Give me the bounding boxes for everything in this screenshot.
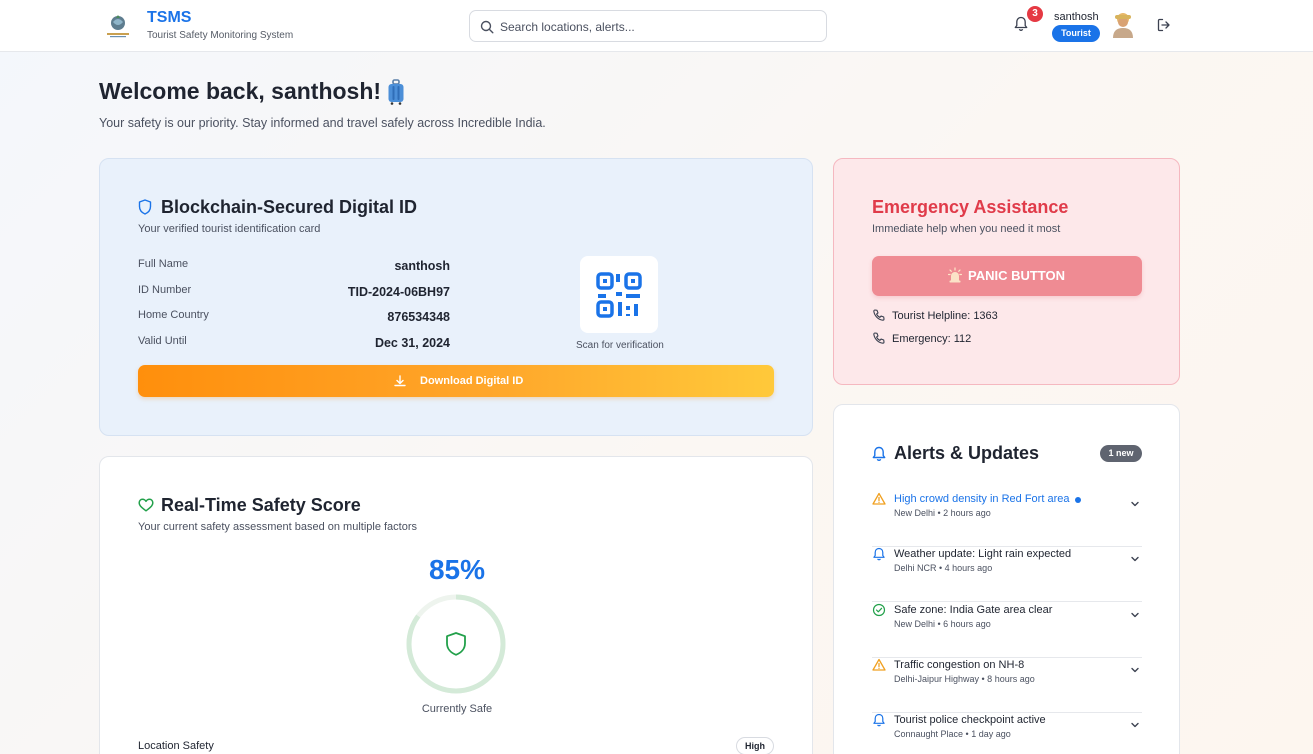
shield-icon — [446, 632, 466, 656]
alert-list-item[interactable]: Tourist police checkpoint active Connaugh… — [872, 713, 1142, 754]
home-country-value: 876534348 — [387, 310, 450, 324]
digital-id-subtitle: Your verified tourist identification car… — [138, 223, 321, 235]
location-safety-badge: High — [736, 737, 774, 754]
alert-meta: Delhi NCR • 4 hours ago — [894, 563, 993, 574]
search-icon — [480, 20, 494, 34]
safety-score-title: Real-Time Safety Score — [161, 495, 361, 515]
alert-list-item[interactable]: High crowd density in Red Fort area New D… — [872, 492, 1142, 547]
logout-icon[interactable] — [1157, 18, 1171, 32]
bell-icon — [872, 446, 886, 461]
new-alerts-badge: 1 new — [1100, 445, 1142, 462]
alert-meta: New Delhi • 6 hours ago — [894, 618, 991, 629]
download-id-label: Download Digital ID — [420, 375, 524, 387]
id-number-label: ID Number — [138, 284, 192, 296]
brand-title[interactable]: TSMS — [147, 9, 191, 27]
download-id-button[interactable]: Download Digital ID — [138, 365, 774, 397]
check-circle-icon — [872, 603, 886, 616]
chevron-down-icon[interactable] — [1130, 720, 1140, 730]
alerts-title: Alerts & Updates — [894, 443, 1040, 463]
valid-until-value: Dec 31, 2024 — [374, 336, 450, 350]
brand-subtitle: Tourist Safety Monitoring System — [147, 30, 294, 41]
search-input[interactable] — [500, 17, 810, 37]
alerts-card: Alerts & Updates 1 new High crowd densit… — [833, 404, 1180, 754]
download-icon — [394, 375, 406, 387]
digital-id-card: Blockchain-Secured Digital ID Your verif… — [99, 158, 813, 436]
chevron-down-icon[interactable] — [1130, 499, 1140, 509]
user-role-badge: Tourist — [1052, 25, 1100, 42]
emergency-title: Emergency Assistance — [872, 197, 1069, 217]
emergency-number-text: Emergency: 112 — [892, 333, 972, 345]
alert-meta: New Delhi • 2 hours ago — [894, 508, 991, 518]
safety-score-subtitle: Your current safety assessment based on … — [138, 521, 418, 533]
alert-title: Tourist police checkpoint active — [894, 714, 1046, 727]
bell-icon — [873, 714, 885, 727]
chevron-down-icon[interactable] — [1130, 665, 1140, 675]
page-title: Welcome back, santhosh! — [99, 78, 382, 104]
warning-icon — [872, 492, 886, 505]
warning-icon — [872, 658, 886, 671]
location-safety-label: Location Safety — [138, 740, 214, 752]
qr-code[interactable] — [580, 256, 658, 333]
shield-icon — [138, 199, 152, 215]
chevron-down-icon[interactable] — [1130, 554, 1140, 564]
safety-score-value: 85% — [428, 554, 486, 585]
phone-icon — [873, 332, 885, 344]
alert-meta: Connaught Place • 1 day ago — [894, 729, 1011, 740]
helpline-text: Tourist Helpline: 1363 — [892, 310, 998, 322]
page-subtitle: Your safety is our priority. Stay inform… — [99, 116, 546, 130]
safety-status: Currently Safe — [421, 703, 493, 715]
search-bar[interactable] — [469, 10, 827, 42]
full-name-label: Full Name — [138, 258, 189, 270]
alert-title: Traffic congestion on NH-8 — [894, 658, 1025, 671]
alert-list-item[interactable]: Weather update: Light rain expected Delhi… — [872, 547, 1142, 603]
tsms-logo[interactable] — [104, 12, 132, 40]
panic-button-label: PANIC BUTTON — [968, 268, 1066, 283]
emergency-card: Emergency Assistance Immediate help when… — [833, 158, 1180, 385]
qr-caption: Scan for verification — [576, 340, 664, 351]
top-header: TSMS Tourist Safety Monitoring System 3 … — [0, 0, 1313, 52]
alert-title: Safe zone: India Gate area clear — [894, 603, 1053, 616]
home-country-label: Home Country — [138, 309, 209, 321]
safety-score-card: Real-Time Safety Score Your current safe… — [99, 456, 813, 754]
bell-icon — [1014, 16, 1028, 31]
bell-icon — [873, 548, 885, 561]
luggage-icon — [388, 79, 404, 105]
notification-count-badge: 3 — [1027, 6, 1043, 22]
unread-dot — [1075, 497, 1081, 503]
safety-gauge — [406, 594, 506, 694]
id-number-value: TID-2024-06BH97 — [347, 285, 450, 299]
alert-meta: Delhi-Jaipur Highway • 8 hours ago — [894, 673, 1035, 684]
user-name: santhosh — [1054, 11, 1099, 23]
phone-icon — [873, 309, 885, 321]
panic-button[interactable]: PANIC BUTTON — [872, 256, 1142, 296]
digital-id-title: Blockchain-Secured Digital ID — [161, 197, 418, 217]
alert-title: Weather update: Light rain expected — [894, 548, 1072, 561]
emergency-subtitle: Immediate help when you need it most — [872, 223, 1061, 235]
alert-title: High crowd density in Red Fort area — [894, 493, 1070, 505]
avatar[interactable] — [1111, 12, 1135, 38]
valid-until-label: Valid Until — [138, 335, 187, 347]
alert-list-item[interactable]: Safe zone: India Gate area clear New Delh… — [872, 603, 1142, 658]
heart-icon — [138, 498, 154, 512]
full-name-value: santhosh — [394, 259, 450, 273]
alert-list-item[interactable]: Traffic congestion on NH-8 Delhi-Jaipur H… — [872, 658, 1142, 713]
siren-icon — [948, 267, 962, 283]
qr-code-icon — [596, 272, 642, 318]
chevron-down-icon[interactable] — [1130, 610, 1140, 620]
